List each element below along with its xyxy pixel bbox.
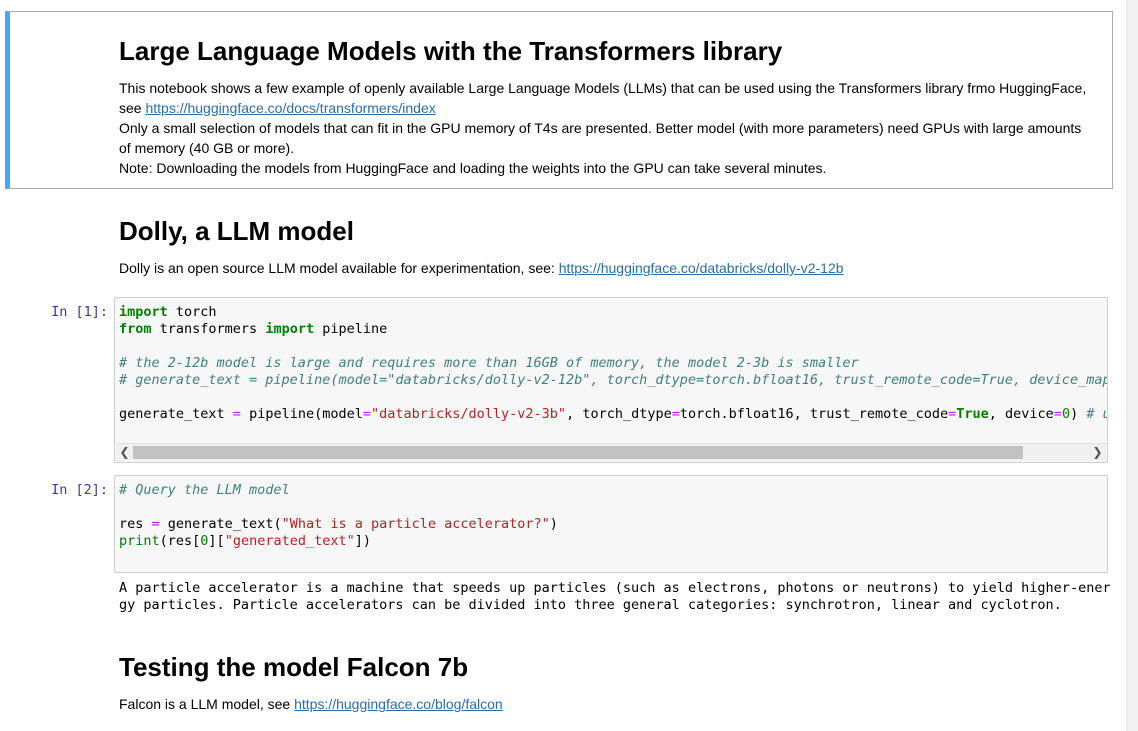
- code-cell-2[interactable]: # Query the LLM model res = generate_tex…: [114, 475, 1108, 573]
- page-scrollbar[interactable]: [1126, 0, 1138, 731]
- falcon-text-block: Falcon is a LLM model, see https://huggi…: [119, 694, 1109, 714]
- code-cell-1[interactable]: import torch from transformers import pi…: [114, 297, 1108, 463]
- intro-cell: Large Language Models with the Transform…: [119, 36, 1109, 66]
- falcon-link[interactable]: https://huggingface.co/blog/falcon: [294, 696, 503, 712]
- dolly-heading: Dolly, a LLM model: [119, 216, 354, 246]
- intro-paragraph-1b: see https://huggingface.co/docs/transfor…: [119, 98, 1109, 118]
- notebook-title: Large Language Models with the Transform…: [119, 36, 783, 66]
- falcon-cell: Testing the model Falcon 7b: [119, 652, 1109, 682]
- scrollbar-thumb[interactable]: [133, 446, 1023, 459]
- scroll-right-icon[interactable]: ❯: [1089, 444, 1106, 461]
- scroll-left-icon[interactable]: ❮: [116, 444, 133, 461]
- transformers-docs-link[interactable]: https://huggingface.co/docs/transformers…: [145, 100, 435, 116]
- falcon-text: Falcon is a LLM model, see: [119, 696, 295, 712]
- falcon-paragraph: Falcon is a LLM model, see https://huggi…: [119, 694, 1109, 714]
- output-line-1: A particle accelerator is a machine that…: [119, 580, 1111, 596]
- intro-paragraph-3: Note: Downloading the models from Huggin…: [119, 160, 827, 176]
- output-line-2: gy particles. Particle accelerators can …: [119, 597, 1062, 613]
- code-cell-1-prompt: In [1]:: [51, 304, 108, 320]
- intro-paragraph-2: Only a small selection of models that ca…: [119, 120, 1082, 136]
- code-cell-1-source[interactable]: import torch from transformers import pi…: [115, 298, 1107, 423]
- intro-paragraph-2b: of memory (40 GB or more).: [119, 140, 295, 156]
- intro-text: This notebook shows a few example of ope…: [119, 78, 1109, 178]
- dolly-text: Dolly is an open source LLM model availa…: [119, 260, 559, 276]
- dolly-cell: Dolly, a LLM model: [119, 216, 1109, 246]
- dolly-text-block: Dolly is an open source LLM model availa…: [119, 258, 1109, 278]
- dolly-link[interactable]: https://huggingface.co/databricks/dolly-…: [559, 260, 844, 276]
- code-cell-2-output: A particle accelerator is a machine that…: [119, 580, 1111, 614]
- falcon-heading: Testing the model Falcon 7b: [119, 652, 469, 682]
- intro-paragraph-1: This notebook shows a few example of ope…: [119, 80, 1087, 96]
- code-cell-1-horizontal-scrollbar[interactable]: ❮ ❯: [116, 443, 1106, 461]
- intro-see-label: see: [119, 100, 146, 116]
- dolly-paragraph: Dolly is an open source LLM model availa…: [119, 258, 1109, 278]
- code-cell-2-source[interactable]: # Query the LLM model res = generate_tex…: [115, 476, 1107, 550]
- code-cell-2-prompt: In [2]:: [51, 482, 108, 498]
